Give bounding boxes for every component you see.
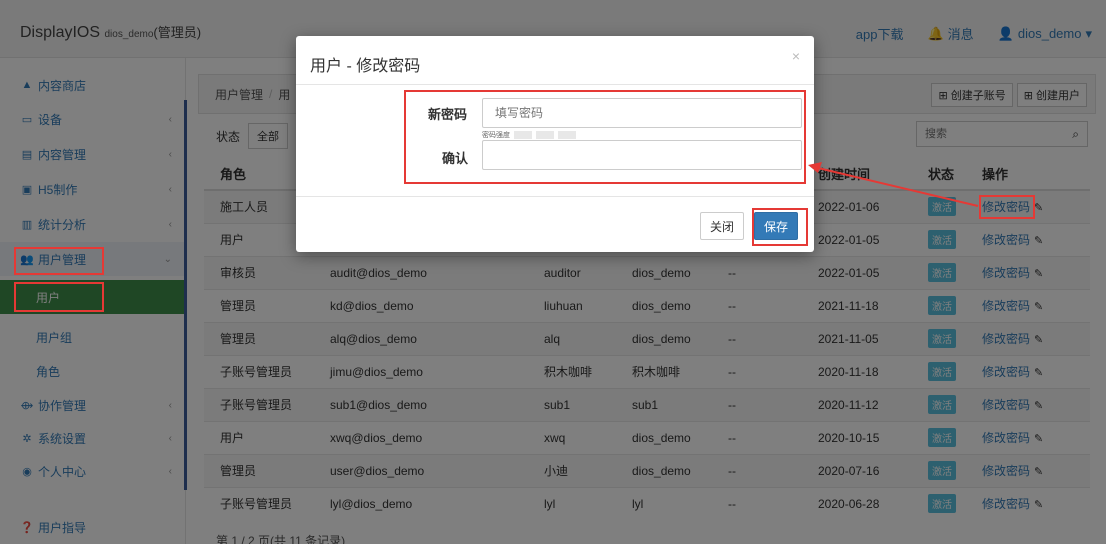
close-icon[interactable]: × bbox=[792, 48, 800, 64]
modal-title: 用户 - 修改密码 bbox=[310, 58, 421, 75]
save-button[interactable]: 保存 bbox=[754, 212, 798, 240]
confirm-password-field bbox=[482, 140, 802, 170]
strength-bar bbox=[536, 131, 554, 139]
new-password-input[interactable] bbox=[483, 99, 801, 127]
strength-bar bbox=[558, 131, 576, 139]
password-strength-label: 密码强度 bbox=[482, 132, 510, 139]
strength-bar bbox=[514, 131, 532, 139]
confirm-password-label: 确认 bbox=[442, 151, 469, 166]
divider bbox=[296, 84, 814, 85]
confirm-password-input[interactable] bbox=[483, 141, 801, 169]
change-password-modal: 用户 - 修改密码 × 新密码 密码强度 确认 关闭 保存 bbox=[296, 36, 814, 252]
close-button[interactable]: 关闭 bbox=[700, 212, 744, 240]
divider bbox=[296, 196, 814, 197]
new-password-field bbox=[482, 98, 802, 128]
password-strength: 密码强度 bbox=[482, 130, 576, 140]
new-password-label: 新密码 bbox=[428, 107, 468, 122]
